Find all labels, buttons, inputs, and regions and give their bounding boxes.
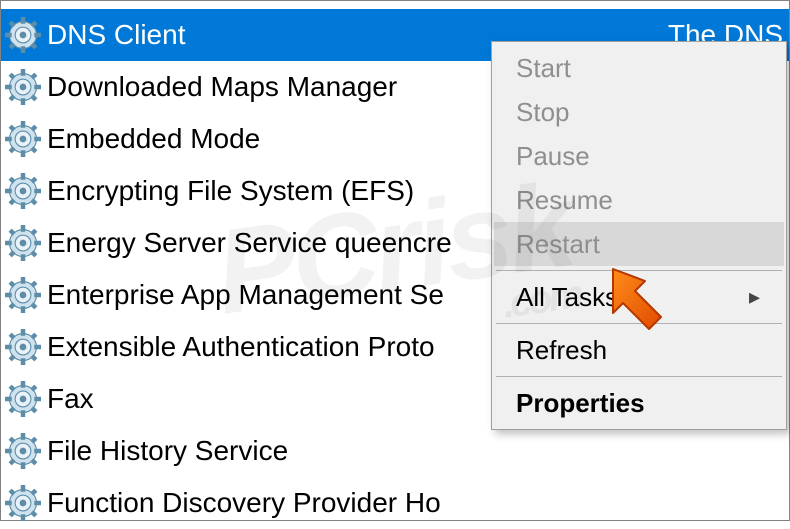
service-name: Fax — [47, 383, 94, 415]
service-row[interactable]: Function Discovery Provider Ho — [1, 477, 789, 529]
menu-start[interactable]: Start — [494, 46, 784, 90]
service-name: DNS Client — [47, 19, 185, 51]
menu-all-tasks[interactable]: All Tasks ▸ — [494, 275, 784, 319]
service-name: Energy Server Service queencre — [47, 227, 452, 259]
service-name: Extensible Authentication Proto — [47, 331, 435, 363]
service-name: Embedded Mode — [47, 123, 260, 155]
gear-icon — [5, 17, 41, 53]
gear-icon — [5, 277, 41, 313]
gear-icon — [5, 225, 41, 261]
gear-icon — [5, 381, 41, 417]
service-name: Encrypting File System (EFS) — [47, 175, 414, 207]
menu-stop[interactable]: Stop — [494, 90, 784, 134]
menu-resume[interactable]: Resume — [494, 178, 784, 222]
service-row[interactable]: File History Service — [1, 425, 789, 477]
service-name: Enterprise App Management Se — [47, 279, 444, 311]
gear-icon — [5, 433, 41, 469]
menu-separator — [496, 376, 782, 377]
chevron-right-icon: ▸ — [749, 284, 760, 310]
gear-icon — [5, 329, 41, 365]
menu-separator — [496, 270, 782, 271]
service-name: Downloaded Maps Manager — [47, 71, 397, 103]
gear-icon — [5, 69, 41, 105]
gear-icon — [5, 485, 41, 521]
menu-pause[interactable]: Pause — [494, 134, 784, 178]
context-menu: Start Stop Pause Resume Restart All Task… — [491, 41, 787, 430]
menu-properties[interactable]: Properties — [494, 381, 784, 425]
service-name: Function Discovery Provider Ho — [47, 487, 441, 519]
menu-separator — [496, 323, 782, 324]
service-name: File History Service — [47, 435, 288, 467]
menu-refresh[interactable]: Refresh — [494, 328, 784, 372]
gear-icon — [5, 173, 41, 209]
gear-icon — [5, 121, 41, 157]
menu-restart[interactable]: Restart — [494, 222, 784, 266]
